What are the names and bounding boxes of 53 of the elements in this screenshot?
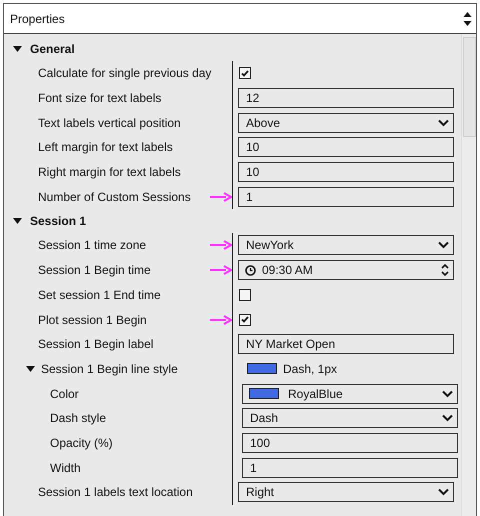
property-label: Session 1 Begin time	[38, 262, 151, 280]
chevron-down-icon	[438, 488, 449, 496]
property-label: Text labels vertical position	[38, 114, 181, 132]
collapse-icon[interactable]	[13, 46, 22, 52]
arrow-icon	[210, 192, 232, 202]
property-label: Set session 1 End time	[38, 286, 161, 304]
property-label: Width	[50, 460, 81, 477]
property-label: Number of Custom Sessions	[38, 188, 191, 206]
dropdown[interactable]: Right	[238, 482, 454, 502]
line-style-summary: Dash, 1px	[238, 360, 338, 378]
property-label: Left margin for text labels	[38, 139, 173, 156]
property-label: Opacity (%)	[50, 434, 113, 452]
section-header: Session 1	[30, 213, 86, 230]
dropdown[interactable]: Above	[238, 112, 454, 133]
clock-icon	[245, 264, 256, 276]
scrollbar[interactable]	[461, 34, 476, 516]
section-header: General	[30, 41, 75, 58]
input-field[interactable]: 1	[238, 186, 454, 207]
input-field[interactable]: 100	[242, 432, 458, 453]
chevron-down-icon	[438, 241, 449, 250]
checkbox[interactable]	[239, 314, 251, 326]
chevron-down-icon	[438, 118, 449, 127]
input-field[interactable]: 1	[242, 458, 458, 478]
arrow-icon	[210, 314, 232, 325]
arrow-icon	[210, 240, 232, 250]
dropdown[interactable]: Dash	[242, 408, 458, 428]
checkbox[interactable]	[239, 67, 251, 80]
property-label: Calculate for single previous day	[38, 65, 212, 82]
dropdown[interactable]: NewYork	[238, 235, 454, 256]
property-label: Right margin for text labels	[38, 164, 181, 182]
collapse-icon[interactable]	[13, 218, 22, 224]
input-field[interactable]: NY Market Open	[238, 334, 454, 354]
property-label: Color	[50, 386, 79, 403]
checkbox[interactable]	[239, 288, 251, 301]
collapse-icon[interactable]	[26, 366, 35, 372]
time-field[interactable]: 09:30 AM	[238, 260, 454, 280]
color-dropdown[interactable]: RoyalBlue	[242, 384, 458, 404]
arrow-icon	[210, 265, 232, 276]
panel-title: Properties	[10, 10, 65, 28]
property-label: Session 1 time zone	[38, 237, 146, 254]
property-label: Dash style	[50, 410, 106, 428]
scrollbar-thumb[interactable]	[462, 37, 476, 137]
property-label: Session 1 labels text location	[38, 484, 193, 502]
property-label: Plot session 1 Begin	[38, 312, 147, 329]
chevron-down-icon	[442, 390, 453, 398]
chevron-down-icon	[442, 414, 453, 422]
spinner-icon[interactable]	[441, 263, 449, 278]
input-field[interactable]: 12	[238, 88, 454, 108]
property-label: Session 1 Begin line style	[41, 360, 178, 378]
input-field[interactable]: 10	[238, 137, 454, 158]
input-field[interactable]: 10	[238, 162, 454, 182]
property-label: Font size for text labels	[38, 90, 162, 108]
property-label: Session 1 Begin label	[38, 336, 154, 354]
